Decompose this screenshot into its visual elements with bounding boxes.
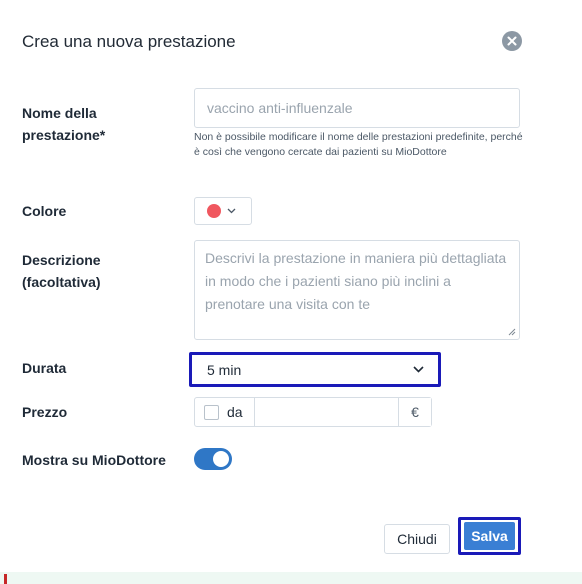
selected-color-swatch: [207, 204, 221, 218]
name-label: Nome della prestazione*: [22, 105, 106, 143]
price-from-cell: da: [195, 398, 255, 426]
currency-symbol: €: [398, 398, 431, 426]
duration-select[interactable]: 5 min: [189, 352, 441, 387]
close-icon-glyph: [507, 36, 517, 46]
close-button[interactable]: Chiudi: [384, 524, 450, 554]
name-helper-text: Non è possibile modificare il nome delle…: [194, 131, 523, 158]
description-textarea[interactable]: [194, 240, 520, 340]
save-button[interactable]: Salva: [464, 522, 515, 550]
service-name-input[interactable]: [194, 88, 520, 128]
toggle-knob: [213, 451, 229, 467]
save-button-highlight: Salva: [458, 517, 521, 555]
price-from-checkbox[interactable]: [204, 404, 219, 420]
dialog-title: Crea una nuova prestazione: [22, 32, 236, 51]
close-icon[interactable]: [502, 31, 522, 51]
price-label: Prezzo: [22, 404, 68, 420]
chevron-down-icon: [227, 208, 236, 214]
show-on-label: Mostra su MioDottore: [22, 452, 166, 468]
price-input-group: da €: [194, 397, 432, 427]
chevron-down-icon: [413, 366, 424, 373]
show-on-toggle[interactable]: [194, 448, 232, 470]
price-input[interactable]: [255, 398, 398, 426]
color-picker[interactable]: [194, 197, 252, 225]
create-service-dialog: Crea una nuova prestazione Nome della pr…: [0, 0, 582, 570]
bottom-marker: [4, 574, 7, 584]
color-label: Colore: [22, 203, 67, 219]
duration-value: 5 min: [207, 361, 242, 378]
resize-handle-icon[interactable]: [507, 327, 516, 336]
duration-label: Durata: [22, 360, 67, 376]
price-from-label: da: [227, 404, 243, 420]
description-label: Descrizione (facoltativa): [22, 252, 101, 290]
bottom-strip: [0, 572, 582, 584]
